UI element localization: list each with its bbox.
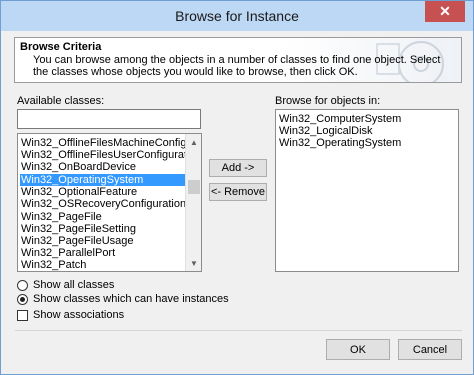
list-item[interactable]: Win32_PageFile — [20, 211, 102, 223]
title-bar: Browse for Instance ✕ — [1, 1, 473, 31]
scroll-up-arrow-icon[interactable]: ▲ — [186, 134, 201, 150]
cancel-button[interactable]: Cancel — [398, 339, 462, 360]
show-instances-label: Show classes which can have instances — [33, 293, 229, 305]
scrollbar-thumb[interactable] — [188, 180, 200, 194]
close-button[interactable]: ✕ — [425, 1, 465, 22]
radio-icon[interactable] — [17, 279, 28, 291]
show-all-classes-option[interactable]: Show all classes — [17, 279, 114, 291]
ok-button[interactable]: OK — [326, 339, 390, 360]
divider — [15, 330, 462, 331]
browse-objects-list[interactable]: Win32_ComputerSystem Win32_LogicalDisk W… — [275, 109, 459, 272]
list-item[interactable]: Win32_PageFileSetting — [20, 223, 136, 235]
checkbox-icon[interactable] — [17, 309, 28, 321]
list-item[interactable]: Win32_OnBoardDevice — [20, 161, 136, 173]
list-item-selected[interactable]: Win32_OperatingSystem — [20, 174, 186, 186]
window-title: Browse for Instance — [175, 8, 299, 24]
available-classes-list[interactable]: Win32_OfflineFilesMachineConfiguration W… — [17, 133, 202, 272]
close-icon: ✕ — [439, 3, 451, 19]
browse-objects-label: Browse for objects in: — [275, 95, 381, 107]
remove-button[interactable]: <- Remove — [209, 183, 267, 201]
list-item[interactable]: Win32_OfflineFilesMachineConfiguration — [20, 137, 201, 149]
criteria-description: You can browse among the objects in a nu… — [33, 54, 441, 78]
list-item[interactable]: Win32_LogicalDisk — [278, 125, 373, 137]
class-filter-input[interactable] — [17, 109, 201, 129]
list-item[interactable]: Win32_OperatingSystem — [278, 137, 401, 149]
criteria-heading: Browse Criteria — [20, 41, 102, 53]
list-item[interactable]: Win32_ComputerSystem — [278, 113, 401, 125]
list-item[interactable]: Win32_PageFileUsage — [20, 235, 134, 247]
show-instances-option[interactable]: Show classes which can have instances — [17, 293, 229, 305]
browse-criteria-panel: Browse Criteria You can browse among the… — [14, 37, 462, 83]
add-button[interactable]: Add -> — [209, 159, 267, 177]
list-item[interactable]: Win32_OSRecoveryConfiguration — [20, 198, 186, 210]
list-item[interactable]: Win32_Patch — [20, 259, 86, 271]
list-item[interactable]: Win32_OptionalFeature — [20, 186, 137, 198]
list-item[interactable]: Win32_OfflineFilesUserConfiguration — [20, 149, 201, 161]
show-associations-option[interactable]: Show associations — [17, 309, 124, 321]
show-all-classes-label: Show all classes — [33, 279, 115, 291]
browse-for-instance-dialog: Browse for Instance ✕ Browse Criteria Yo… — [0, 0, 474, 375]
available-classes-label: Available classes: — [17, 95, 105, 107]
radio-selected-icon[interactable] — [17, 293, 28, 305]
scroll-down-arrow-icon[interactable]: ▼ — [186, 255, 201, 271]
show-associations-label: Show associations — [33, 309, 125, 321]
list-item[interactable]: Win32_ParallelPort — [20, 247, 115, 259]
vertical-scrollbar[interactable]: ▲ ▼ — [185, 134, 201, 271]
